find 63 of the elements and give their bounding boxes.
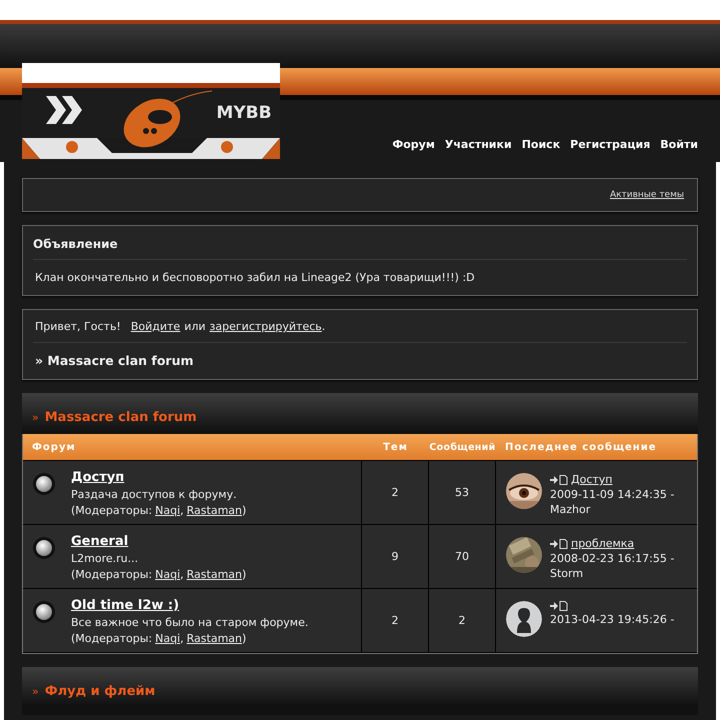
forum-link[interactable]: Доступ bbox=[71, 470, 246, 485]
table-cell: 53 bbox=[429, 461, 496, 525]
nav-link[interactable]: Войти bbox=[660, 138, 698, 151]
punctuation-text: , bbox=[180, 504, 184, 517]
table-cell: 2 bbox=[362, 461, 429, 525]
period-text: . bbox=[322, 320, 326, 333]
nav-link[interactable]: Участники bbox=[444, 138, 512, 151]
column-header: Форум bbox=[23, 434, 362, 461]
raquo-icon: » bbox=[32, 684, 39, 698]
forum-status-icon bbox=[33, 537, 55, 559]
forum-description: L2more.ru... bbox=[71, 552, 140, 565]
moderators-label: (Модераторы: bbox=[71, 504, 152, 517]
column-header: Тем bbox=[362, 434, 429, 461]
table-cell: 70 bbox=[429, 525, 496, 589]
column-header: Сообщений bbox=[429, 434, 496, 461]
announcement-title: Объявление bbox=[33, 226, 687, 260]
forum-link[interactable]: General bbox=[71, 534, 246, 549]
moderator-link[interactable]: Rastaman bbox=[186, 504, 242, 517]
register-link[interactable]: зарегистрируйтесь bbox=[210, 320, 322, 333]
moderator-link[interactable]: Rastaman bbox=[186, 632, 242, 645]
login-link[interactable]: Войдите bbox=[130, 320, 180, 333]
nav-link[interactable]: Регистрация bbox=[570, 138, 650, 151]
nav-link[interactable]: Поиск bbox=[522, 138, 560, 151]
forum-status-icon bbox=[33, 601, 55, 623]
last-post-link[interactable]: Доступ bbox=[571, 473, 612, 486]
table-cell: 2 bbox=[362, 589, 429, 653]
go-to-post-icon[interactable] bbox=[550, 474, 568, 484]
column-header: Последнее сообщение bbox=[496, 434, 697, 461]
moderator-link[interactable]: Naqi bbox=[155, 568, 180, 581]
forum-description: Все важное что было на старом форуме. bbox=[71, 616, 308, 629]
table-cell: 2 bbox=[429, 589, 496, 653]
active-topics-link[interactable]: Активные темы bbox=[610, 190, 684, 200]
moderators-label: (Модераторы: bbox=[71, 632, 152, 645]
moderator-link[interactable]: Naqi bbox=[155, 632, 180, 645]
last-post-date: 2013-04-23 19:45:26 - bbox=[550, 613, 674, 626]
forum-description: Раздача доступов к форуму. bbox=[71, 488, 238, 501]
breadcrumb[interactable]: » Massacre clan forum bbox=[33, 343, 687, 379]
moderators-label: (Модераторы: bbox=[71, 568, 152, 581]
moderator-link[interactable]: Naqi bbox=[155, 504, 180, 517]
category-title[interactable]: Massacre clan forum bbox=[44, 410, 197, 424]
forum-link[interactable]: Old time l2w :) bbox=[71, 598, 308, 613]
last-post-author: Storm bbox=[550, 567, 584, 580]
announcement-text: Клан окончательно и бесповоротно забил на Lineage2 (Ура товарищи!!!) :D bbox=[34, 270, 476, 286]
go-to-post-icon[interactable] bbox=[550, 601, 568, 611]
table-cell: 9 bbox=[362, 525, 429, 589]
punctuation-text: ) bbox=[242, 504, 246, 517]
greeting-text: Привет, Гость! bbox=[35, 320, 121, 333]
moderator-link[interactable]: Rastaman bbox=[186, 568, 242, 581]
forum-status-icon bbox=[33, 473, 55, 495]
last-post-date: 2008-02-23 16:17:55 - bbox=[550, 552, 674, 565]
last-post-date: 2009-11-09 14:24:35 - bbox=[550, 488, 674, 501]
punctuation-text: ) bbox=[242, 568, 246, 581]
last-post-author: Mazhor bbox=[550, 503, 592, 516]
raquo-icon: » bbox=[32, 410, 39, 424]
avatar-icon bbox=[506, 601, 542, 637]
or-text: или bbox=[184, 320, 206, 333]
punctuation-text: , bbox=[180, 568, 184, 581]
go-to-post-icon[interactable] bbox=[550, 538, 568, 548]
punctuation-text: , bbox=[180, 632, 184, 645]
punctuation-text: ) bbox=[242, 632, 246, 645]
category-title[interactable]: Флуд и флейм bbox=[44, 684, 156, 698]
nav-link[interactable]: Форум bbox=[392, 138, 435, 151]
last-post-link[interactable]: проблемка bbox=[571, 537, 634, 550]
